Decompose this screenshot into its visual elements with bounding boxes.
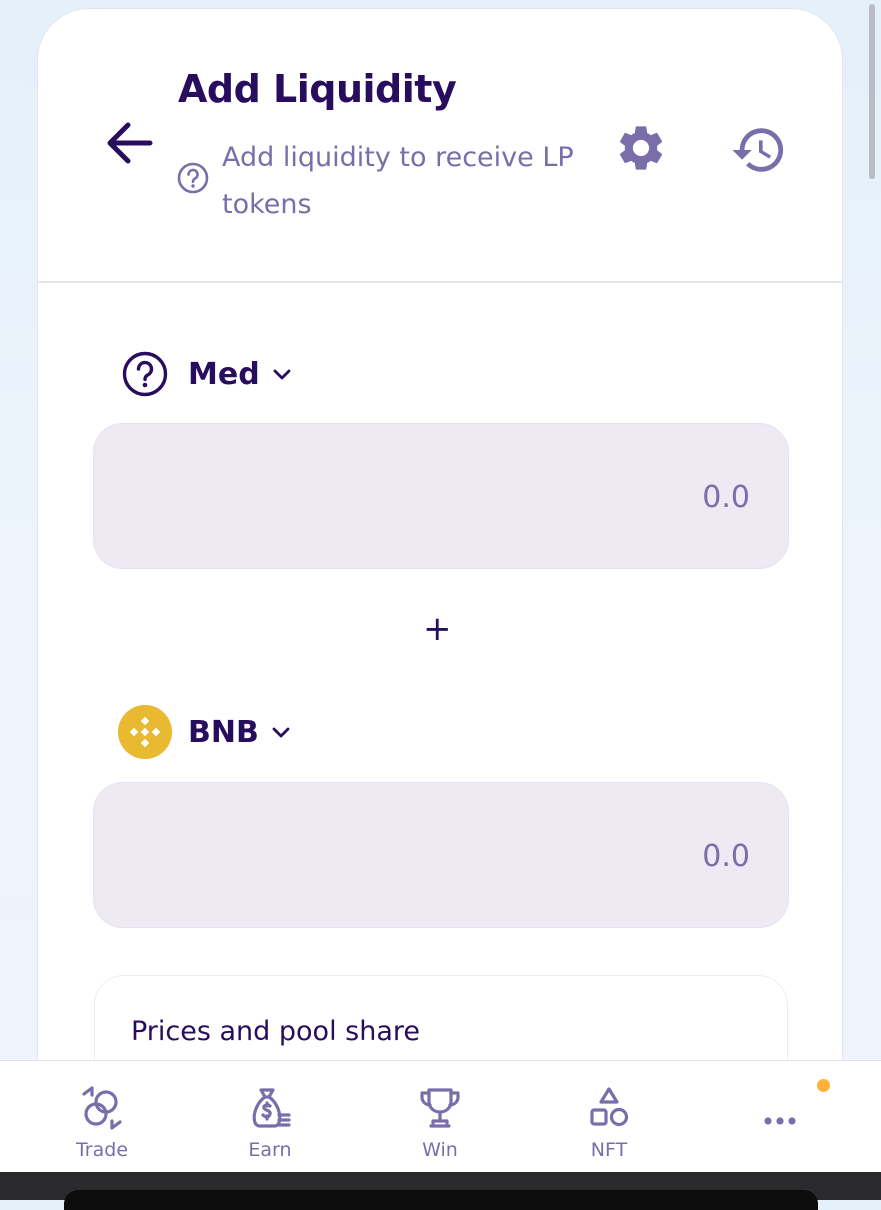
more-icon [764, 1117, 796, 1125]
help-icon[interactable] [176, 161, 210, 195]
nav-label-earn: Earn [248, 1139, 292, 1161]
token-a-amount-input[interactable] [348, 466, 752, 528]
nav-label-nft: NFT [590, 1139, 628, 1161]
card-header: Add Liquidity Add liquidity to receive L… [38, 9, 842, 283]
nft-icon [590, 1087, 629, 1127]
token-b-amount-box [93, 782, 789, 928]
token-b-selector[interactable]: BNB [118, 705, 293, 759]
token-a-symbol: Med [188, 356, 260, 392]
page-scrollbar[interactable] [869, 4, 875, 179]
page-title: Add Liquidity [178, 67, 457, 111]
notification-dot [817, 1079, 830, 1092]
gear-icon[interactable] [614, 121, 668, 175]
token-a-selector[interactable]: Med [118, 347, 294, 401]
page-subtitle: Add liquidity to receive LP tokens [222, 142, 574, 220]
bnb-logo-icon [118, 705, 172, 759]
unknown-token-icon [118, 347, 172, 401]
history-icon[interactable] [730, 121, 788, 179]
nav-item-win[interactable]: Win [380, 1085, 500, 1161]
chevron-down-icon [272, 727, 290, 738]
nav-label-win: Win [422, 1139, 458, 1161]
nav-item-nft[interactable]: NFT [549, 1085, 669, 1161]
nav-label-trade: Trade [75, 1139, 129, 1161]
token-a-amount-box [93, 423, 789, 569]
system-bottom-bar-inner [64, 1190, 818, 1210]
token-b-amount-input[interactable] [348, 825, 752, 887]
chevron-down-icon [273, 369, 291, 380]
plus-separator: + [423, 609, 452, 649]
prices-panel-title: Prices and pool share [131, 1016, 420, 1047]
back-arrow-icon[interactable] [102, 113, 162, 173]
earn-icon [252, 1088, 291, 1128]
trade-icon [82, 1086, 122, 1130]
bottom-navigation: Trade Earn Win NFT [0, 1060, 881, 1172]
add-liquidity-card: Add Liquidity Add liquidity to receive L… [37, 8, 843, 1168]
nav-item-earn[interactable]: Earn [210, 1085, 330, 1161]
trophy-icon [420, 1088, 460, 1128]
nav-item-trade[interactable]: Trade [42, 1085, 162, 1161]
token-b-symbol: BNB [188, 714, 259, 750]
